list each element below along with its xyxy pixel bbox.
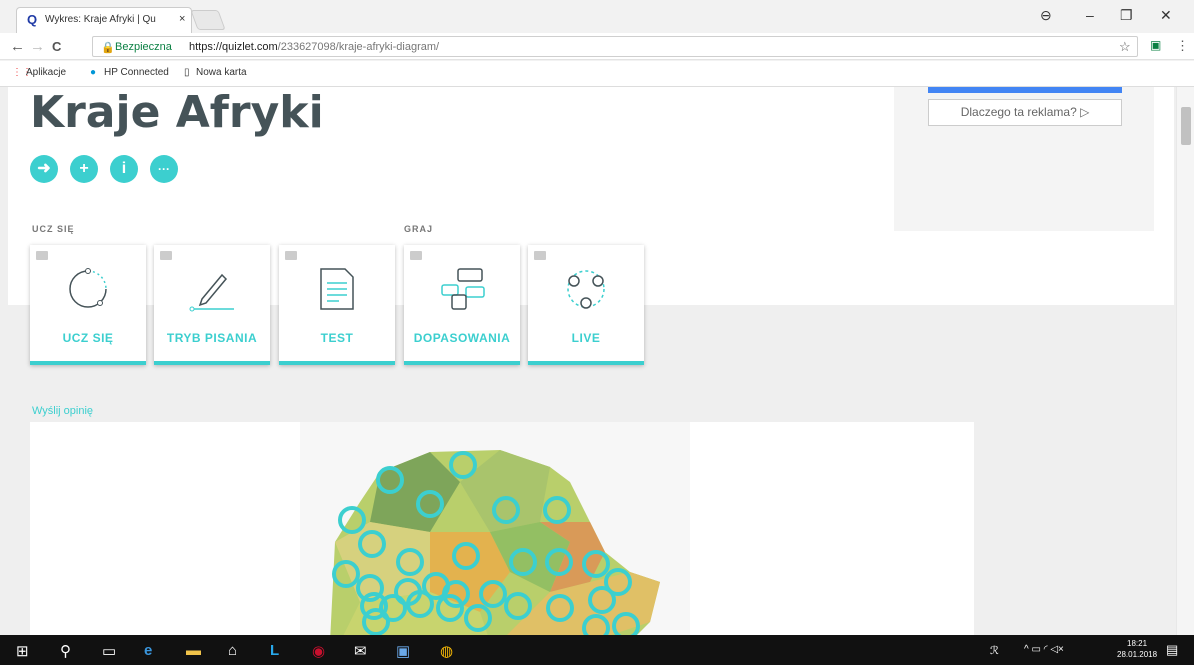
- page-viewport: Kraje Afryki ➜ + i ··· UCZ SIĘ GRAJ UCZ …: [0, 87, 1176, 635]
- address-bar[interactable]: 🔒 Bezpieczna https://quizlet.com/2336270…: [92, 36, 1138, 57]
- minimize-button[interactable]: –: [1086, 7, 1094, 23]
- share-icon[interactable]: ➜: [30, 155, 58, 183]
- bookmark-star-icon[interactable]: ☆: [1119, 39, 1131, 55]
- mode-label: DOPASOWANIA: [413, 331, 511, 345]
- secure-lock-icon: 🔒: [101, 42, 115, 54]
- page-title: Kraje Afryki: [30, 87, 324, 138]
- tray-icons[interactable]: ^ ▭ ◜ ◁×: [1024, 644, 1064, 655]
- bookmark-apps[interactable]: Aplikacje: [26, 67, 66, 78]
- extension-icon[interactable]: ▣: [1150, 38, 1161, 52]
- tab-title: Wykres: Kraje Afryki | Qu: [45, 14, 156, 25]
- mail-icon[interactable]: ✉: [354, 642, 367, 660]
- notifications-icon[interactable]: ▤: [1166, 642, 1178, 658]
- app-l-icon[interactable]: L: [270, 642, 279, 659]
- ad-panel: Dlaczego ta reklama? ▷: [894, 87, 1154, 231]
- url-text: https://quizlet.com/233627098/kraje-afry…: [189, 41, 440, 53]
- mode-card-live[interactable]: LIVE: [528, 245, 644, 365]
- restore-button[interactable]: ❐: [1120, 7, 1133, 24]
- windows-taskbar: ⊞ ⚲ ▭ e ▬ ⌂ L ◉ ✉ ▣ ◍ ℛ ^ ▭ ◜ ◁× 18:21 28…: [0, 635, 1194, 665]
- section-play-label: GRAJ: [404, 224, 434, 234]
- card-tag-icon: [160, 251, 172, 260]
- app-icon[interactable]: ▣: [396, 642, 410, 660]
- feedback-link[interactable]: Wyślij opinię: [32, 405, 93, 417]
- new-tab-button[interactable]: [190, 10, 226, 30]
- forward-button[interactable]: →: [30, 38, 45, 55]
- edge-icon[interactable]: e: [144, 642, 152, 659]
- card-tag-icon: [410, 251, 422, 260]
- clock[interactable]: 18:21 28.01.2018: [1117, 638, 1157, 660]
- card-tag-icon: [285, 251, 297, 260]
- africa-map-image[interactable]: [30, 422, 974, 635]
- start-icon[interactable]: ⊞: [16, 642, 29, 660]
- search-icon[interactable]: ⚲: [60, 642, 71, 660]
- close-window-button[interactable]: ✕: [1160, 7, 1172, 24]
- back-button[interactable]: ←: [10, 38, 25, 55]
- mode-label: TEST: [320, 331, 354, 345]
- chrome-icon[interactable]: ◍: [440, 642, 453, 660]
- mode-label: LIVE: [571, 331, 601, 345]
- quizlet-favicon-icon: Q: [27, 12, 38, 27]
- why-this-ad-button[interactable]: Dlaczego ta reklama? ▷: [928, 99, 1122, 126]
- diagram-panel: [30, 422, 974, 635]
- match-icon: [441, 268, 485, 310]
- vertical-scrollbar[interactable]: [1176, 87, 1194, 635]
- bookmark-hp-connected[interactable]: HP Connected: [104, 67, 169, 78]
- browser-toolbar: ← → C 🔒 Bezpieczna https://quizlet.com/2…: [0, 33, 1194, 60]
- clock-time: 18:21: [1127, 639, 1148, 648]
- reload-button[interactable]: C: [52, 39, 61, 54]
- people-icon[interactable]: ℛ: [990, 644, 999, 657]
- section-learn-label: UCZ SIĘ: [32, 224, 75, 234]
- mode-card-learn[interactable]: UCZ SIĘ: [30, 245, 146, 365]
- learn-icon: [69, 268, 107, 308]
- browser-chrome: Q Wykres: Kraje Afryki | Qu × ⊖ – ❐ ✕ ← …: [0, 0, 1194, 87]
- mode-card-test[interactable]: TEST: [279, 245, 395, 365]
- mode-card-match[interactable]: DOPASOWANIA: [404, 245, 520, 365]
- mode-label: TRYB PISANIA: [166, 331, 258, 345]
- bookmark-new-tab[interactable]: Nowa karta: [196, 67, 247, 78]
- file-explorer-icon[interactable]: ▬: [186, 642, 201, 659]
- page-icon: ▯: [184, 67, 190, 78]
- close-tab-icon[interactable]: ×: [179, 13, 185, 25]
- clock-date: 28.01.2018: [1117, 650, 1158, 659]
- mode-card-write[interactable]: TRYB PISANIA: [154, 245, 270, 365]
- mode-label: UCZ SIĘ: [62, 331, 114, 345]
- more-icon[interactable]: ···: [150, 155, 178, 183]
- store-icon[interactable]: ⌂: [228, 642, 237, 659]
- live-icon: [567, 270, 605, 309]
- profile-icon[interactable]: ⊖: [1040, 7, 1052, 24]
- secure-label: Bezpieczna: [115, 41, 172, 53]
- test-icon: [320, 268, 354, 310]
- card-tag-icon: [36, 251, 48, 260]
- bookmarks-bar: ⋮⋮ Aplikacje ● HP Connected ▯ Nowa karta: [0, 61, 1194, 87]
- plus-icon[interactable]: +: [70, 155, 98, 183]
- card-tag-icon: [534, 251, 546, 260]
- info-icon[interactable]: i: [110, 155, 138, 183]
- ad-bar: [928, 87, 1122, 93]
- menu-icon[interactable]: ⋮: [1176, 38, 1189, 54]
- tab-strip: Q Wykres: Kraje Afryki | Qu × ⊖ – ❐ ✕: [0, 0, 1194, 33]
- task-view-icon[interactable]: ▭: [102, 642, 116, 660]
- browser-tab[interactable]: Q Wykres: Kraje Afryki | Qu ×: [16, 7, 192, 33]
- hp-icon: ●: [90, 67, 97, 78]
- scroll-thumb[interactable]: [1181, 107, 1191, 145]
- mcafee-icon[interactable]: ◉: [312, 642, 325, 660]
- pencil-icon: [189, 273, 234, 312]
